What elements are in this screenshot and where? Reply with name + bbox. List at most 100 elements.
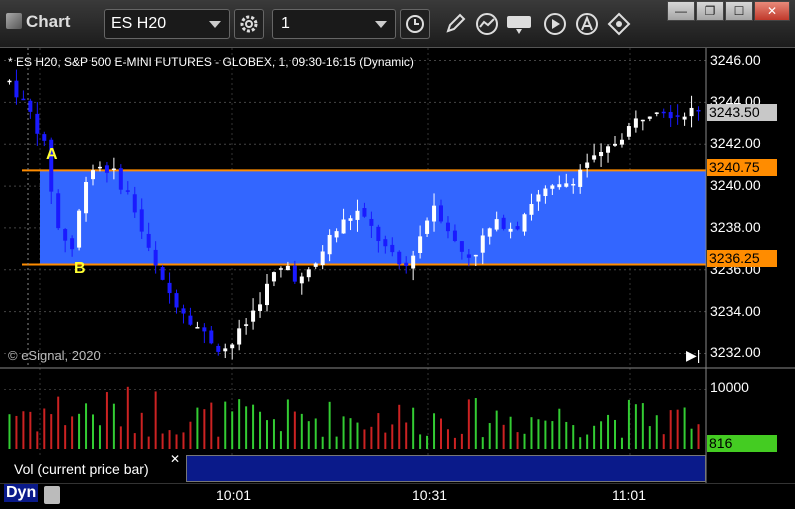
price-tick-label: 3234.00 xyxy=(710,302,761,319)
candle-body xyxy=(383,239,388,247)
candle-body xyxy=(404,262,409,266)
alert-a-icon xyxy=(576,13,598,35)
settings-button[interactable] xyxy=(234,9,264,39)
candle-body xyxy=(313,263,318,267)
candle-body xyxy=(452,230,457,242)
candle-body xyxy=(633,118,638,128)
candle-body xyxy=(195,327,200,329)
volume-current-tag: 816 xyxy=(707,435,777,452)
candle-body xyxy=(376,226,381,242)
price-tick-label: 3246.00 xyxy=(710,51,761,68)
candle-body xyxy=(619,139,624,145)
dynamic-mode-button[interactable]: Dyn xyxy=(4,484,39,502)
candle-body xyxy=(397,251,402,265)
candle-body xyxy=(292,265,297,282)
candle-body xyxy=(70,238,75,250)
candle-body xyxy=(432,205,437,222)
candle-body xyxy=(209,330,214,344)
candle-body xyxy=(160,266,165,280)
price-tick-label: 3242.00 xyxy=(710,135,761,152)
symbol-dropdown[interactable]: ES H20 xyxy=(104,9,230,39)
candle-body xyxy=(529,204,534,215)
candle-body xyxy=(689,107,694,117)
scroll-to-end-icon[interactable]: ▶| xyxy=(686,347,700,364)
candle-body xyxy=(21,98,26,101)
last-price-tag: 3243.50 xyxy=(707,104,777,121)
time-label-2: 11:01 xyxy=(612,487,646,503)
get-data-button[interactable] xyxy=(505,9,535,39)
candle-body xyxy=(668,112,673,119)
candle-body xyxy=(369,218,374,226)
study-close-icon[interactable]: ✕ xyxy=(170,452,180,466)
close-icon: ✕ xyxy=(766,4,778,18)
candle-body xyxy=(445,222,450,232)
candle-body xyxy=(341,219,346,234)
chart-header: * ES H20, S&P 500 E-MINI FUTURES - GLOBE… xyxy=(8,55,414,69)
price-tick-label: 3238.00 xyxy=(710,218,761,235)
study-button[interactable] xyxy=(472,9,502,39)
candle-body xyxy=(188,315,193,325)
candle-body xyxy=(97,166,102,169)
candle-body xyxy=(355,210,360,220)
chevron-down-icon xyxy=(375,21,387,28)
candle-body xyxy=(564,183,569,187)
window-titlebar: Chart ES H20 1 — ❐ ☐ ✕ xyxy=(0,0,795,48)
candle-body xyxy=(487,228,492,237)
candle-body xyxy=(14,80,19,98)
alert-button[interactable] xyxy=(572,9,602,39)
symbol-value: ES H20 xyxy=(111,15,167,32)
candle-body xyxy=(390,244,395,253)
candle-body xyxy=(174,293,179,308)
draw-tool-button[interactable] xyxy=(440,9,470,39)
interval-dropdown[interactable]: 1 xyxy=(272,9,396,39)
candle-body xyxy=(480,235,485,253)
candle-body xyxy=(118,168,123,190)
study-chart-icon xyxy=(476,13,498,35)
candle-body xyxy=(334,231,339,238)
candle-body xyxy=(132,194,137,213)
candle-body xyxy=(466,254,471,258)
lock-icon[interactable] xyxy=(44,486,60,504)
candle-body xyxy=(91,170,95,180)
candle-body xyxy=(251,310,256,322)
candle-body xyxy=(661,111,666,114)
candle-body xyxy=(244,324,249,326)
close-button[interactable]: ✕ xyxy=(754,1,790,21)
candle-body xyxy=(578,169,583,187)
candle-body xyxy=(550,185,555,189)
candle-body xyxy=(84,181,89,214)
link-diamond-icon xyxy=(607,12,631,36)
candle-body xyxy=(640,119,645,122)
candle-body xyxy=(654,112,659,114)
candle-body xyxy=(56,193,61,229)
candle-body xyxy=(613,143,617,146)
candle-body xyxy=(299,276,304,284)
candle-body xyxy=(543,188,548,197)
link-button[interactable] xyxy=(604,9,634,39)
candle-body xyxy=(285,265,290,271)
candle-body xyxy=(216,345,221,352)
time-button[interactable] xyxy=(400,9,430,39)
candle-body xyxy=(237,328,242,345)
candle-body xyxy=(585,162,590,168)
candle-body xyxy=(146,233,151,248)
candle-body xyxy=(439,205,443,222)
price-chart[interactable] xyxy=(0,48,795,508)
candle-body xyxy=(111,168,116,171)
candle-body xyxy=(104,165,109,173)
play-button[interactable] xyxy=(540,9,570,39)
lower-line-tag: 3236.25 xyxy=(707,250,777,267)
minimize-button[interactable]: — xyxy=(667,1,695,21)
candle-body xyxy=(258,304,263,311)
candle-body xyxy=(320,251,325,266)
price-tick-label: 3240.00 xyxy=(710,177,761,194)
restore-button[interactable]: ❐ xyxy=(696,1,724,21)
candle-body xyxy=(153,249,158,266)
time-label-1: 10:31 xyxy=(412,487,448,503)
candle-body xyxy=(459,241,464,252)
candle-body xyxy=(536,194,541,202)
maximize-button[interactable]: ☐ xyxy=(725,1,753,21)
candle-body xyxy=(675,115,680,117)
annotation-a: A xyxy=(46,146,58,163)
volume-study-label[interactable]: Vol (current price bar) xyxy=(6,455,181,483)
